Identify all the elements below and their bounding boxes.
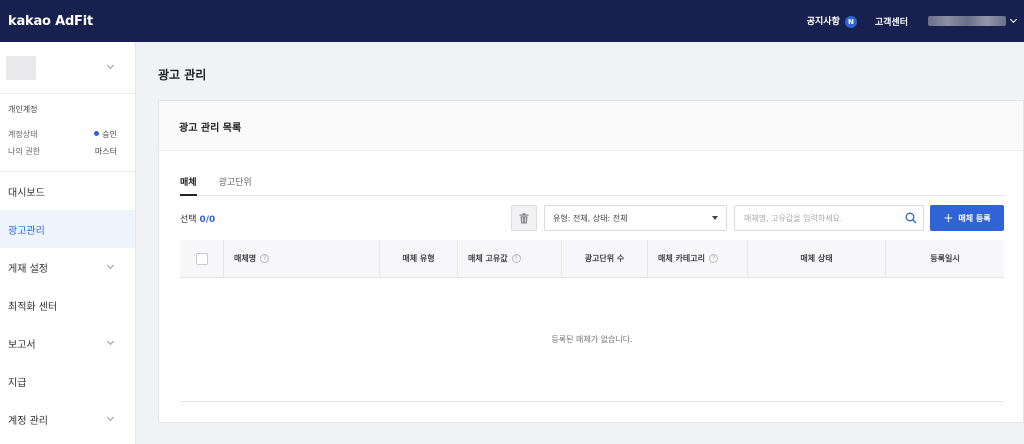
role-label: 나의 권한 xyxy=(8,147,40,156)
support-link[interactable]: 고객센터 xyxy=(875,15,908,28)
new-badge: N xyxy=(844,16,857,28)
search-input[interactable] xyxy=(744,213,905,223)
ad-list-card: 광고 관리 목록 매체 광고단위 선택 0/0 유형: 전체, 상태: 전체 +… xyxy=(158,100,1024,423)
column-header-media-id[interactable]: 매체 고유값? xyxy=(458,240,562,277)
account-name-redacted xyxy=(928,16,1006,26)
role-value: 마스터 xyxy=(94,147,117,156)
delete-button[interactable] xyxy=(511,205,537,231)
sidebar-item-ad-management[interactable]: 광고관리 xyxy=(0,210,135,248)
selection-count: 선택 0/0 xyxy=(180,214,216,225)
table-header: 매체명? 매체 유형 매체 고유값? 광고단위 수 매체 카테고리? 매체 상태… xyxy=(180,240,1004,278)
column-header-registered-at[interactable]: 등록일시 xyxy=(886,240,1004,277)
sidebar-item-payment[interactable]: 지급 xyxy=(0,362,135,400)
column-header-ad-unit-count[interactable]: 광고단위 수 xyxy=(562,240,648,277)
help-icon[interactable]: ? xyxy=(708,254,718,263)
chevron-down-icon xyxy=(106,413,115,421)
tab-bar: 매체 광고단위 xyxy=(180,171,1004,196)
status-badge: 승인 xyxy=(94,129,117,140)
list-toolbar: 선택 0/0 유형: 전체, 상태: 전체 +매체 등록 xyxy=(180,204,1004,232)
sidebar-item-optimization-center[interactable]: 최적화 센터 xyxy=(0,286,135,324)
notice-link[interactable]: 공지사항 N xyxy=(807,14,857,28)
top-bar: kakao AdFit 공지사항 N 고객센터 xyxy=(0,0,1024,42)
account-type: 개인계정 xyxy=(8,105,38,114)
account-info: 개인계정 계정상태 승인 나의 권한 마스터 xyxy=(0,94,135,172)
select-all-checkbox[interactable] xyxy=(195,252,208,265)
add-media-button[interactable]: + 매체 등록 xyxy=(930,205,1004,231)
chevron-down-icon xyxy=(1009,15,1018,24)
chevron-down-icon xyxy=(106,261,115,269)
page-title: 광고 관리 xyxy=(158,68,207,82)
role-row: 나의 권한 마스터 xyxy=(8,146,127,157)
select-all-cell xyxy=(180,240,224,277)
account-menu[interactable] xyxy=(928,15,1018,26)
kakao-adfit-logo[interactable]: kakao AdFit xyxy=(8,14,93,29)
status-dot-icon xyxy=(94,131,100,136)
search-icon[interactable] xyxy=(905,212,917,224)
chevron-down-icon xyxy=(106,337,115,345)
empty-message: 등록된 매체가 없습니다. xyxy=(551,335,633,344)
tab-media[interactable]: 매체 xyxy=(180,171,197,196)
sidebar-item-placement-settings[interactable]: 게재 설정 xyxy=(0,248,135,286)
sidebar-item-dashboard[interactable]: 대시보드 xyxy=(0,172,135,210)
help-icon[interactable]: ? xyxy=(511,254,521,263)
sidebar-item-reports[interactable]: 보고서 xyxy=(0,324,135,362)
account-avatar-redacted xyxy=(6,55,36,80)
account-status-row: 계정상태 승인 xyxy=(8,129,127,140)
sidebar: 개인계정 계정상태 승인 나의 권한 마스터 대시보드 광고관리 게재 설정 최… xyxy=(0,42,136,444)
top-nav: 공지사항 N 고객센터 xyxy=(807,0,1018,42)
caret-down-icon xyxy=(712,216,718,220)
filter-dropdown[interactable]: 유형: 전체, 상태: 전체 xyxy=(544,205,727,231)
sidebar-item-account-management[interactable]: 계정 관리 xyxy=(0,400,135,438)
help-icon[interactable]: ? xyxy=(260,254,270,263)
table-empty-state: 등록된 매체가 없습니다. xyxy=(180,278,1004,402)
chevron-down-icon xyxy=(106,61,115,70)
column-header-media-type[interactable]: 매체 유형 xyxy=(380,240,458,277)
card-title: 광고 관리 목록 xyxy=(159,101,1023,151)
tab-ad-unit[interactable]: 광고단위 xyxy=(219,171,252,195)
status-label: 계정상태 xyxy=(8,130,38,139)
column-header-media-status[interactable]: 매체 상태 xyxy=(748,240,886,277)
column-header-media-category[interactable]: 매체 카테고리? xyxy=(648,240,748,277)
trash-icon xyxy=(519,212,529,223)
search-box xyxy=(734,205,924,231)
account-selector[interactable] xyxy=(0,42,135,94)
plus-icon: + xyxy=(943,211,954,225)
column-header-media-name[interactable]: 매체명? xyxy=(224,240,380,277)
